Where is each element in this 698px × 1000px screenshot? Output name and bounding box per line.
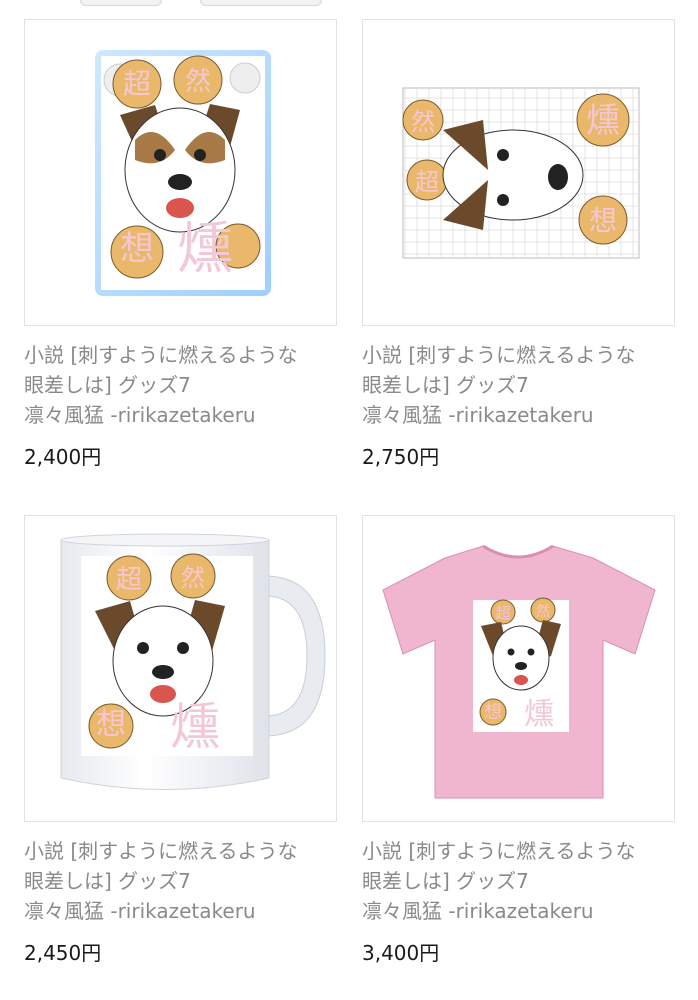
product-title-line1[interactable]: 小説 [刺すように燃えるような xyxy=(24,340,298,370)
product-thumbnail[interactable]: 想 燻 超 然 xyxy=(24,515,337,822)
svg-text:然: 然 xyxy=(411,108,435,136)
svg-text:想: 想 xyxy=(96,707,126,742)
product-author[interactable]: 凛々風猛 -ririkazetakeru xyxy=(24,896,256,926)
product-thumbnail[interactable]: 想 燻 超 然 xyxy=(362,515,675,822)
svg-text:然: 然 xyxy=(185,67,211,97)
svg-text:燻: 燻 xyxy=(177,217,233,282)
svg-text:超: 超 xyxy=(415,168,439,196)
top-tab-left xyxy=(80,0,162,6)
mug-handle xyxy=(264,575,326,737)
product-title-line2[interactable]: 眼差しは] グッズ7 xyxy=(24,370,191,400)
top-tab-right xyxy=(200,0,322,6)
product-title-line1[interactable]: 小説 [刺すように燃えるような xyxy=(362,836,636,866)
product-title-line2[interactable]: 眼差しは] グッズ7 xyxy=(362,866,529,896)
product-price: 3,400円 xyxy=(362,941,440,965)
product-title-line1[interactable]: 小説 [刺すように燃えるような xyxy=(24,836,298,866)
svg-text:然: 然 xyxy=(181,564,205,592)
product-author[interactable]: 凛々風猛 -ririkazetakeru xyxy=(362,896,594,926)
product-title-line1[interactable]: 小説 [刺すように燃えるような xyxy=(362,340,636,370)
svg-text:燻: 燻 xyxy=(170,698,220,756)
product-title-line2[interactable]: 眼差しは] グッズ7 xyxy=(362,370,529,400)
svg-text:想: 想 xyxy=(120,229,154,269)
product-author[interactable]: 凛々風猛 -ririkazetakeru xyxy=(24,400,256,430)
product-thumbnail[interactable]: 想 燻 超 然 xyxy=(24,19,337,326)
product-price: 2,400円 xyxy=(24,445,102,469)
svg-text:想: 想 xyxy=(589,204,617,237)
svg-text:超: 超 xyxy=(123,67,151,100)
svg-text:燻: 燻 xyxy=(524,697,554,732)
svg-text:超: 超 xyxy=(116,565,142,595)
product-price: 2,750円 xyxy=(362,445,440,469)
svg-text:然: 然 xyxy=(536,603,550,620)
product-thumbnail[interactable]: 燻 想 然 超 xyxy=(362,19,675,326)
svg-text:燻: 燻 xyxy=(586,101,620,141)
product-title-line2[interactable]: 眼差しは] グッズ7 xyxy=(24,866,191,896)
svg-text:想: 想 xyxy=(484,702,502,723)
svg-text:超: 超 xyxy=(495,604,510,622)
product-author[interactable]: 凛々風猛 -ririkazetakeru xyxy=(362,400,594,430)
product-price: 2,450円 xyxy=(24,941,102,965)
